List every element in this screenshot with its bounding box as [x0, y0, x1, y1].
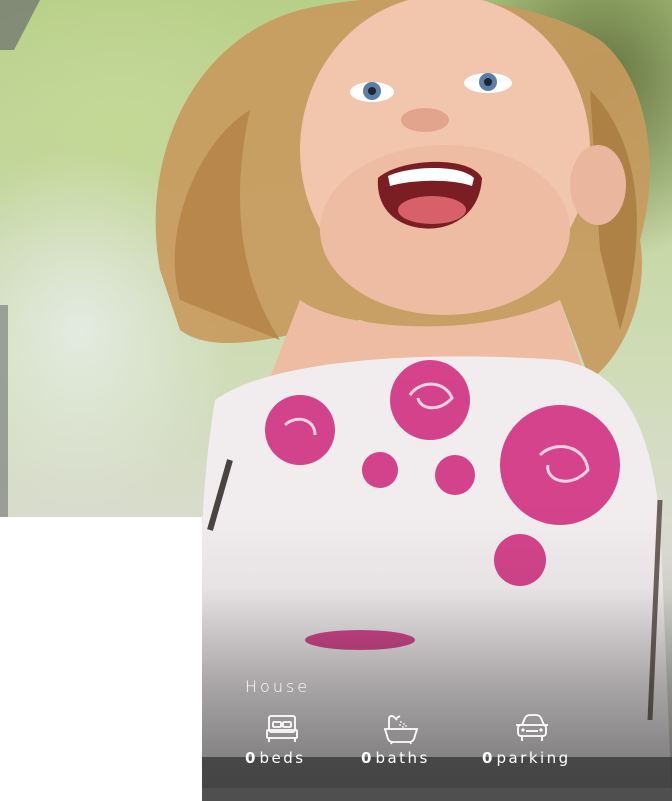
feature-baths: 0 baths	[361, 713, 430, 767]
property-card[interactable]: House 0 beds 0 baths 0 parking	[0, 0, 672, 801]
bath-icon	[383, 715, 419, 745]
white-panel	[0, 517, 202, 801]
feature-beds: 0 beds	[245, 713, 306, 767]
car-icon	[516, 714, 548, 741]
beds-label: 0 beds	[245, 749, 306, 767]
bottom-strip-edge	[202, 788, 672, 801]
parking-label: 0 parking	[482, 749, 571, 767]
baths-label: 0 baths	[361, 749, 430, 767]
feature-parking: 0 parking	[482, 713, 571, 767]
bed-icon	[266, 715, 298, 742]
property-type: House	[245, 677, 311, 696]
